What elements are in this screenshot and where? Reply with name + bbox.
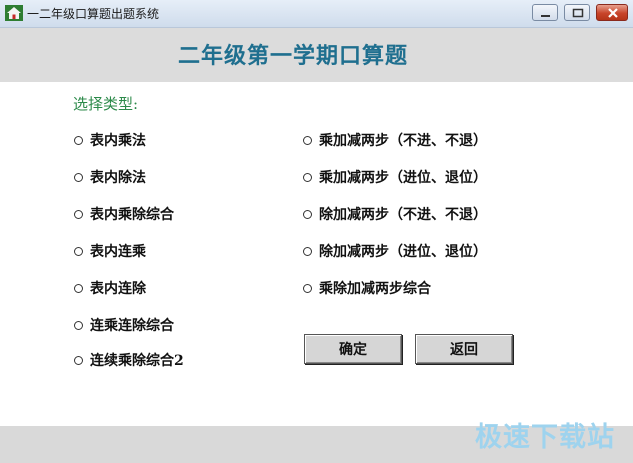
radio-icon[interactable] <box>74 172 83 182</box>
close-button[interactable] <box>596 4 628 21</box>
option-lian-cheng-lian-chu-zong-he[interactable]: 连乘连除综合 <box>74 315 174 335</box>
option-biao-nei-chu-fa[interactable]: 表内除法 <box>74 167 146 187</box>
option-cheng-jia-jian-bu-jin[interactable]: 乘加减两步（不进、不退） <box>303 130 487 150</box>
radio-icon[interactable] <box>74 355 83 365</box>
app-house-icon <box>5 5 23 21</box>
radio-icon[interactable] <box>74 209 83 219</box>
option-label: 表内乘除综合 <box>90 207 174 223</box>
title-bar: 一二年级口算题出题系统 <box>0 0 633 28</box>
radio-icon[interactable] <box>303 283 312 293</box>
window-title: 一二年级口算题出题系统 <box>27 7 160 21</box>
option-label: 乘除加减两步综合 <box>319 281 431 297</box>
minimize-icon <box>541 15 550 17</box>
radio-icon[interactable] <box>74 320 83 330</box>
option-chu-jia-jian-jin-wei[interactable]: 除加减两步（进位、退位） <box>303 241 487 261</box>
header-band: 二年级第一学期口算题 <box>0 28 633 82</box>
confirm-button[interactable]: 确定 <box>304 334 402 364</box>
radio-icon[interactable] <box>74 283 83 293</box>
radio-icon[interactable] <box>303 209 312 219</box>
option-label: 乘加减两步（进位、退位） <box>319 170 487 186</box>
option-label: 表内除法 <box>90 170 146 186</box>
option-biao-nei-lian-cheng[interactable]: 表内连乘 <box>74 241 146 261</box>
option-cheng-jia-jian-jin-wei[interactable]: 乘加减两步（进位、退位） <box>303 167 487 187</box>
option-lian-xu-cheng-chu-zong-he-2[interactable]: 连续乘除综合2 <box>74 350 184 370</box>
radio-icon[interactable] <box>303 172 312 182</box>
radio-icon[interactable] <box>303 246 312 256</box>
option-biao-nei-cheng-fa[interactable]: 表内乘法 <box>74 130 146 150</box>
maximize-button[interactable] <box>564 4 590 21</box>
maximize-icon <box>572 8 584 18</box>
option-label: 表内连除 <box>90 281 146 297</box>
option-label: 除加减两步（不进、不退） <box>319 207 487 223</box>
option-label: 连乘连除综合 <box>90 318 174 334</box>
radio-icon[interactable] <box>303 135 312 145</box>
option-label: 表内乘法 <box>90 133 146 149</box>
option-biao-nei-cheng-chu-zong-he[interactable]: 表内乘除综合 <box>74 204 174 224</box>
minimize-button[interactable] <box>532 4 558 21</box>
option-label: 除加减两步（进位、退位） <box>319 244 487 260</box>
type-section-label: 选择类型: <box>73 95 139 113</box>
radio-icon[interactable] <box>74 246 83 256</box>
option-biao-nei-lian-chu[interactable]: 表内连除 <box>74 278 146 298</box>
option-cheng-chu-jia-jian-zong-he[interactable]: 乘除加减两步综合 <box>303 278 431 298</box>
radio-icon[interactable] <box>74 135 83 145</box>
option-label: 连续乘除综合2 <box>90 353 184 369</box>
option-label: 乘加减两步（不进、不退） <box>319 133 487 149</box>
option-label: 表内连乘 <box>90 244 146 260</box>
page-title: 二年级第一学期口算题 <box>177 43 408 69</box>
close-icon <box>608 8 618 18</box>
watermark-logo: 极速下载站 <box>475 422 615 453</box>
option-chu-jia-jian-bu-jin[interactable]: 除加减两步（不进、不退） <box>303 204 487 224</box>
back-button[interactable]: 返回 <box>415 334 513 364</box>
